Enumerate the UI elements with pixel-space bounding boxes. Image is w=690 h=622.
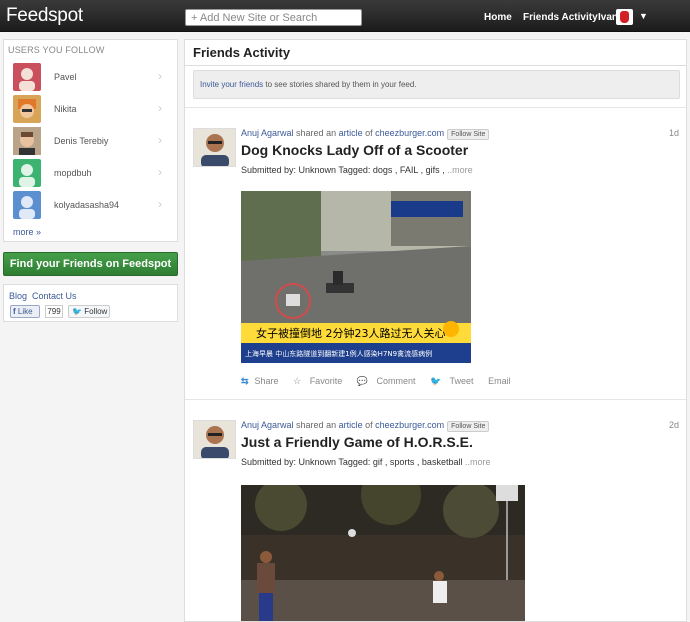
avatar bbox=[13, 63, 41, 91]
story-age: 2d bbox=[669, 420, 680, 430]
story-image[interactable]: 女子被撞倒地 2分钟23人路过无人关心 上海早晨 中山东路隧道到翻新建1例人感染… bbox=[241, 191, 471, 363]
meta-text: shared an bbox=[293, 128, 339, 138]
panel-title: USERS YOU FOLLOW bbox=[8, 45, 105, 55]
avatar bbox=[13, 127, 41, 155]
user-name: Pavel bbox=[54, 72, 77, 82]
tags-text: Submitted by: Unknown Tagged: dogs , FAI… bbox=[241, 165, 448, 175]
image-caption: 女子被撞倒地 2分钟23人路过无人关心 bbox=[256, 326, 446, 340]
divider bbox=[185, 399, 686, 400]
email-button[interactable]: Email bbox=[488, 376, 517, 386]
site-link[interactable]: cheezburger.com bbox=[375, 128, 444, 138]
avatar[interactable] bbox=[193, 420, 236, 459]
blog-link[interactable]: Blog bbox=[9, 291, 27, 301]
top-bar: Feedspot + Add New Site or Search Home F… bbox=[0, 0, 690, 32]
user-name: mopdbuh bbox=[54, 168, 92, 178]
action-label: Email bbox=[488, 376, 511, 386]
divider bbox=[185, 107, 686, 108]
followed-user[interactable]: mopdbuh › bbox=[4, 159, 177, 191]
followed-user[interactable]: Pavel › bbox=[4, 63, 177, 95]
divider bbox=[185, 65, 686, 66]
user-avatar[interactable] bbox=[616, 9, 633, 25]
followed-user[interactable]: kolyadasasha94 › bbox=[4, 191, 177, 223]
followed-user[interactable]: Nikita › bbox=[4, 95, 177, 127]
facebook-like-button[interactable]: f Like bbox=[10, 305, 40, 318]
action-label: Share bbox=[254, 376, 279, 386]
user-name: Denis Terebiy bbox=[54, 136, 109, 146]
friends-activity-panel: Friends Activity Invite your friends to … bbox=[184, 39, 687, 622]
find-friends-button[interactable]: Find your Friends on Feedspot bbox=[3, 252, 178, 276]
meta-text: of bbox=[362, 128, 376, 138]
nav-friends-activity[interactable]: Friends Activity bbox=[523, 12, 598, 23]
user-name: Nikita bbox=[54, 104, 77, 114]
page-title: Friends Activity bbox=[193, 45, 291, 60]
nav-user-name[interactable]: Ivan bbox=[598, 12, 618, 23]
more-link[interactable]: ..more bbox=[465, 457, 491, 467]
share-button[interactable]: ⇆ Share bbox=[241, 376, 285, 386]
action-label: Comment bbox=[376, 376, 416, 386]
twitter-icon: 🐦 bbox=[72, 307, 82, 316]
tags-text: Submitted by: Unknown Tagged: gif , spor… bbox=[241, 457, 465, 467]
avatar bbox=[13, 191, 41, 219]
comment-icon: 💬 bbox=[356, 376, 368, 386]
action-label: Favorite bbox=[309, 376, 343, 386]
twitter-follow-button[interactable]: 🐦 Follow bbox=[68, 305, 110, 318]
action-label: Tweet bbox=[449, 376, 474, 386]
avatar bbox=[13, 95, 41, 123]
avatar[interactable] bbox=[193, 128, 236, 167]
chevron-right-icon: › bbox=[158, 133, 162, 147]
contact-us-link[interactable]: Contact Us bbox=[32, 291, 77, 301]
image-ticker: 上海早晨 中山东路隧道到翻新建1例人感染H7N9禽流感病例 bbox=[245, 349, 432, 358]
follow-site-button[interactable]: Follow Site bbox=[447, 129, 490, 140]
chevron-right-icon: › bbox=[158, 101, 162, 115]
logo[interactable]: Feedspot bbox=[6, 5, 83, 27]
tweet-button[interactable]: 🐦 Tweet bbox=[430, 376, 480, 386]
invite-text: to see stories shared by them in your fe… bbox=[263, 80, 417, 89]
story-tags: Submitted by: Unknown Tagged: gif , spor… bbox=[241, 457, 490, 467]
story-actions: ⇆ Share ☆ Favorite 💬 Comment 🐦 Tweet Emai… bbox=[241, 376, 523, 387]
search-input[interactable]: + Add New Site or Search bbox=[185, 9, 362, 26]
chevron-right-icon: › bbox=[158, 69, 162, 83]
story-meta: Anuj Agarwal shared an article of cheezb… bbox=[241, 420, 490, 432]
favorite-button[interactable]: ☆ Favorite bbox=[293, 376, 348, 386]
author-link[interactable]: Anuj Agarwal bbox=[241, 128, 294, 138]
star-icon: ☆ bbox=[293, 376, 302, 386]
user-name: kolyadasasha94 bbox=[54, 200, 120, 210]
chevron-right-icon: › bbox=[158, 197, 162, 211]
like-label: Like bbox=[17, 307, 33, 316]
users-you-follow-panel: USERS YOU FOLLOW Pavel › Nikita › Denis … bbox=[3, 39, 178, 242]
meta-text: shared an bbox=[293, 420, 339, 430]
facebook-icon: f bbox=[13, 307, 16, 316]
share-icon: ⇆ bbox=[241, 376, 249, 386]
follow-label: Follow bbox=[84, 307, 108, 316]
follow-site-button[interactable]: Follow Site bbox=[447, 421, 490, 432]
like-count: 799 bbox=[45, 305, 63, 318]
chevron-down-icon[interactable]: ▼ bbox=[639, 11, 648, 21]
story-image[interactable] bbox=[241, 485, 525, 621]
meta-text: of bbox=[362, 420, 376, 430]
avatar bbox=[13, 159, 41, 187]
more-link[interactable]: ..more bbox=[447, 165, 473, 175]
nav-home[interactable]: Home bbox=[484, 12, 512, 23]
more-users-link[interactable]: more » bbox=[13, 227, 41, 237]
invite-friends-link[interactable]: Invite your friends bbox=[200, 80, 263, 89]
story-tags: Submitted by: Unknown Tagged: dogs , FAI… bbox=[241, 165, 473, 175]
followed-user[interactable]: Denis Terebiy › bbox=[4, 127, 177, 159]
author-link[interactable]: Anuj Agarwal bbox=[241, 420, 294, 430]
comment-button[interactable]: 💬 Comment bbox=[357, 376, 422, 386]
article-link[interactable]: article bbox=[339, 128, 363, 138]
story-meta: Anuj Agarwal shared an article of cheezb… bbox=[241, 128, 490, 140]
social-panel: Blog Contact Us f Like 799 🐦 Follow bbox=[3, 284, 178, 322]
article-link[interactable]: article bbox=[339, 420, 363, 430]
twitter-icon: 🐦 bbox=[429, 376, 442, 386]
story-title[interactable]: Dog Knocks Lady Off of a Scooter bbox=[241, 142, 468, 158]
story-age: 1d bbox=[669, 128, 680, 138]
story-title[interactable]: Just a Friendly Game of H.O.R.S.E. bbox=[241, 434, 473, 450]
chevron-right-icon: › bbox=[158, 165, 162, 179]
site-link[interactable]: cheezburger.com bbox=[375, 420, 444, 430]
invite-banner: Invite your friends to see stories share… bbox=[193, 70, 680, 99]
